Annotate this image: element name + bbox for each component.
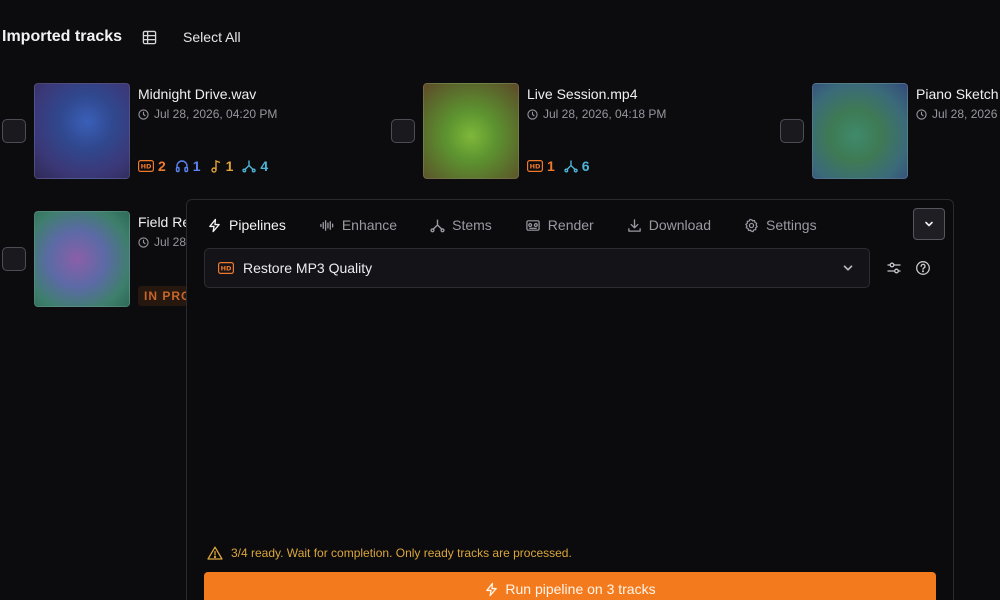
tab-label: Pipelines	[229, 217, 286, 233]
track-name: Live Session.mp4	[527, 86, 638, 102]
clock-icon	[138, 236, 149, 248]
tab-label: Enhance	[341, 217, 398, 233]
pipeline-selected-label: Restore MP3 Quality	[243, 260, 373, 276]
tab-label: Download	[648, 217, 711, 233]
track-name: Field Re	[138, 214, 191, 230]
clock-icon	[527, 108, 538, 120]
tab-render[interactable]: Render	[525, 217, 594, 233]
panel-tabs: Pipelines Enhance Stems Render Download …	[207, 214, 850, 236]
lightning-icon	[209, 218, 220, 232]
music-note-icon	[210, 159, 220, 173]
track-card[interactable]: Live Session.mp4 Jul 28, 2026, 04:18 PM …	[391, 83, 771, 183]
track-thumbnail	[34, 83, 130, 179]
tab-enhance[interactable]: Enhance	[319, 217, 397, 233]
actions-panel: Pipelines Enhance Stems Render Download …	[186, 199, 954, 600]
svg-text:HD: HD	[530, 163, 541, 171]
svg-text:HD: HD	[221, 265, 232, 273]
track-date-text: Jul 28, 2026, 04:20 PM	[154, 107, 278, 121]
track-card[interactable]: Piano Sketch Jul 28, 2026	[780, 83, 1000, 183]
track-date: Jul 28, 2026, 04:18 PM	[527, 107, 666, 121]
gear-icon	[745, 218, 758, 232]
page-title: Imported tracks	[2, 28, 123, 45]
tab-label: Settings	[765, 217, 817, 233]
tab-settings[interactable]: Settings	[744, 217, 817, 233]
track-date: Jul 28, 2026	[916, 107, 997, 121]
stems-badge: 6	[564, 158, 590, 174]
clock-icon	[138, 108, 149, 120]
track-checkbox[interactable]	[2, 119, 26, 143]
tracks-header: Imported tracks Select All	[2, 22, 241, 52]
stems-badge: 4	[242, 158, 268, 174]
tab-label: Stems	[452, 217, 492, 233]
svg-text:HD: HD	[141, 163, 152, 171]
readiness-warning: 3/4 ready. Wait for completion. Only rea…	[207, 546, 572, 560]
tab-download[interactable]: Download	[627, 217, 711, 233]
render-icon	[526, 219, 540, 231]
track-date-text: Jul 28, 2026	[932, 107, 998, 121]
track-date: Jul 28	[138, 235, 186, 249]
music-badge: 1	[210, 158, 234, 174]
tab-label: Render	[547, 217, 594, 233]
track-badges: HD 2 1 1 4	[138, 158, 277, 174]
download-icon	[627, 218, 641, 232]
hd-count: 1	[547, 158, 555, 174]
track-name: Piano Sketch	[916, 86, 999, 102]
track-thumbnail	[812, 83, 908, 179]
tab-stems[interactable]: Stems	[430, 217, 492, 233]
listen-badge: 1	[175, 158, 201, 174]
track-date: Jul 28, 2026, 04:20 PM	[138, 107, 277, 121]
track-thumbnail	[34, 211, 130, 307]
hd-badge: HD 1	[527, 158, 555, 174]
hd-badge: HD 2	[138, 158, 166, 174]
track-card[interactable]: Midnight Drive.wav Jul 28, 2026, 04:20 P…	[2, 83, 382, 183]
warning-text: 3/4 ready. Wait for completion. Only rea…	[231, 546, 572, 560]
stems-icon	[564, 160, 578, 173]
hd-count: 2	[158, 158, 166, 174]
run-pipeline-button[interactable]: Run pipeline on 3 tracks	[204, 572, 936, 600]
tab-pipelines[interactable]: Pipelines	[207, 217, 286, 233]
stems-count: 6	[581, 158, 590, 174]
track-checkbox[interactable]	[391, 119, 415, 143]
track-checkbox[interactable]	[780, 119, 804, 143]
stems-icon	[242, 160, 257, 173]
lightning-icon	[486, 582, 498, 596]
track-thumbnail	[423, 83, 519, 179]
listen-count: 1	[192, 158, 201, 174]
stems-count: 4	[260, 158, 269, 174]
warning-icon	[207, 546, 223, 560]
music-count: 1	[225, 158, 234, 174]
collapse-panel-button[interactable]	[913, 208, 945, 240]
grid-view-icon[interactable]	[140, 28, 158, 46]
track-checkbox[interactable]	[2, 247, 26, 271]
clock-icon	[916, 108, 927, 120]
hd-icon: HD	[527, 160, 543, 172]
run-button-label: Run pipeline on 3 tracks	[505, 581, 656, 597]
stems-icon	[430, 219, 445, 232]
select-all-button[interactable]: Select All	[183, 29, 241, 45]
waveform-icon	[320, 219, 334, 231]
track-badges: HD 1 6	[527, 158, 599, 174]
headphones-icon	[175, 160, 188, 173]
hd-icon: HD	[138, 160, 154, 172]
track-name: Midnight Drive.wav	[138, 86, 257, 102]
hd-icon: HD	[218, 262, 234, 274]
track-date-text: Jul 28, 2026, 04:18 PM	[543, 107, 667, 121]
chevron-down-icon	[925, 221, 933, 227]
chevron-down-icon	[843, 265, 853, 271]
adjustments-icon[interactable]	[885, 259, 903, 277]
pipeline-dropdown[interactable]: HD Restore MP3 Quality	[204, 248, 870, 288]
help-icon[interactable]	[914, 259, 932, 277]
track-date-text: Jul 28	[154, 235, 187, 249]
